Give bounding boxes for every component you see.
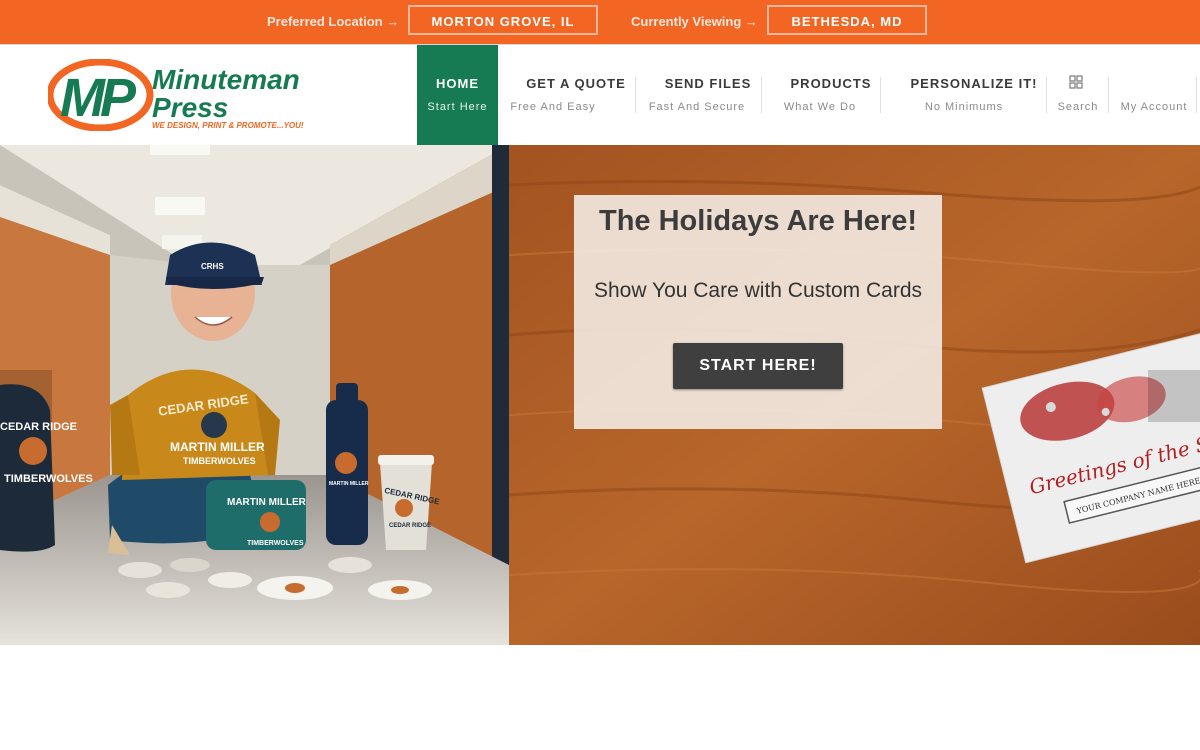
svg-text:WE DESIGN, PRINT & PROMOTE...Y: WE DESIGN, PRINT & PROMOTE...YOU! xyxy=(152,121,304,130)
site-header: M P Minuteman Press WE DESIGN, PRINT & P… xyxy=(0,45,1200,146)
hero-school-merch-image: CEDAR RIDGE TIMBERWOLVES CEDAR RIDGE MAR… xyxy=(0,145,509,645)
nav-get-a-quote[interactable]: GET A QUOTE Free And Easy xyxy=(506,45,630,145)
nav-personalize-sub: No Minimums xyxy=(924,101,1004,113)
nav-home-label: HOME xyxy=(436,76,479,91)
nav-my-account-label: My Account xyxy=(1120,101,1188,113)
preferred-location-label: Preferred Location → xyxy=(267,14,400,29)
svg-text:TIMBERWOLVES: TIMBERWOLVES xyxy=(4,473,93,485)
svg-text:TIMBERWOLVES: TIMBERWOLVES xyxy=(247,540,304,547)
svg-text:MARTIN MILLER: MARTIN MILLER xyxy=(227,497,307,508)
nav-products-label: PRODUCTS xyxy=(790,76,872,91)
svg-text:CEDAR RIDGE: CEDAR RIDGE xyxy=(389,523,431,529)
svg-text:CEDAR RIDGE: CEDAR RIDGE xyxy=(0,421,77,433)
slider-next-arrow[interactable] xyxy=(1148,370,1200,422)
preferred-location-button[interactable]: MORTON GROVE, IL xyxy=(408,5,598,35)
currently-viewing-label: Currently Viewing → xyxy=(631,14,758,29)
svg-text:MARTIN MILLER: MARTIN MILLER xyxy=(329,481,369,487)
svg-text:MARTIN MILLER: MARTIN MILLER xyxy=(170,440,265,454)
nav-personalize-it[interactable]: PERSONALIZE IT! No Minimums xyxy=(885,45,1043,145)
hero-title: The Holidays Are Here! xyxy=(598,205,918,237)
nav-search-label: Search xyxy=(1057,101,1099,113)
nav-send-files[interactable]: SEND FILES Fast And Secure xyxy=(640,45,754,145)
nav-get-a-quote-sub: Free And Easy xyxy=(510,101,596,113)
nav-send-files-label: SEND FILES xyxy=(664,76,752,91)
nav-products[interactable]: PRODUCTS What We Do xyxy=(766,45,874,145)
current-location-button[interactable]: BETHESDA, MD xyxy=(767,5,927,35)
svg-text:Minuteman: Minuteman xyxy=(152,64,300,95)
nav-products-sub: What We Do xyxy=(783,101,857,113)
start-here-button[interactable]: START HERE! xyxy=(673,343,843,389)
nav-my-account[interactable]: My Account xyxy=(1112,45,1196,145)
svg-text:CRHS: CRHS xyxy=(201,262,224,271)
svg-text:P: P xyxy=(100,68,137,128)
svg-text:TIMBERWOLVES: TIMBERWOLVES xyxy=(183,456,256,466)
nav-send-files-sub: Fast And Secure xyxy=(648,101,746,113)
location-bar: Preferred Location → MORTON GROVE, IL Cu… xyxy=(0,0,1200,45)
search-icon xyxy=(1069,75,1083,89)
minuteman-press-logo[interactable]: M P Minuteman Press WE DESIGN, PRINT & P… xyxy=(48,59,318,131)
hero-slider: CEDAR RIDGE TIMBERWOLVES CEDAR RIDGE MAR… xyxy=(0,145,1200,645)
svg-text:Press: Press xyxy=(152,92,228,123)
nav-personalize-label: PERSONALIZE IT! xyxy=(910,76,1038,91)
nav-search[interactable]: Search xyxy=(1050,45,1106,145)
nav-home[interactable]: HOME Start Here xyxy=(417,45,498,145)
promo-panel: The Holidays Are Here! Show You Care wit… xyxy=(574,195,942,429)
nav-get-a-quote-label: GET A QUOTE xyxy=(526,76,626,91)
nav-home-sub: Start Here xyxy=(427,101,488,113)
hero-subtitle: Show You Care with Custom Cards xyxy=(594,279,922,302)
